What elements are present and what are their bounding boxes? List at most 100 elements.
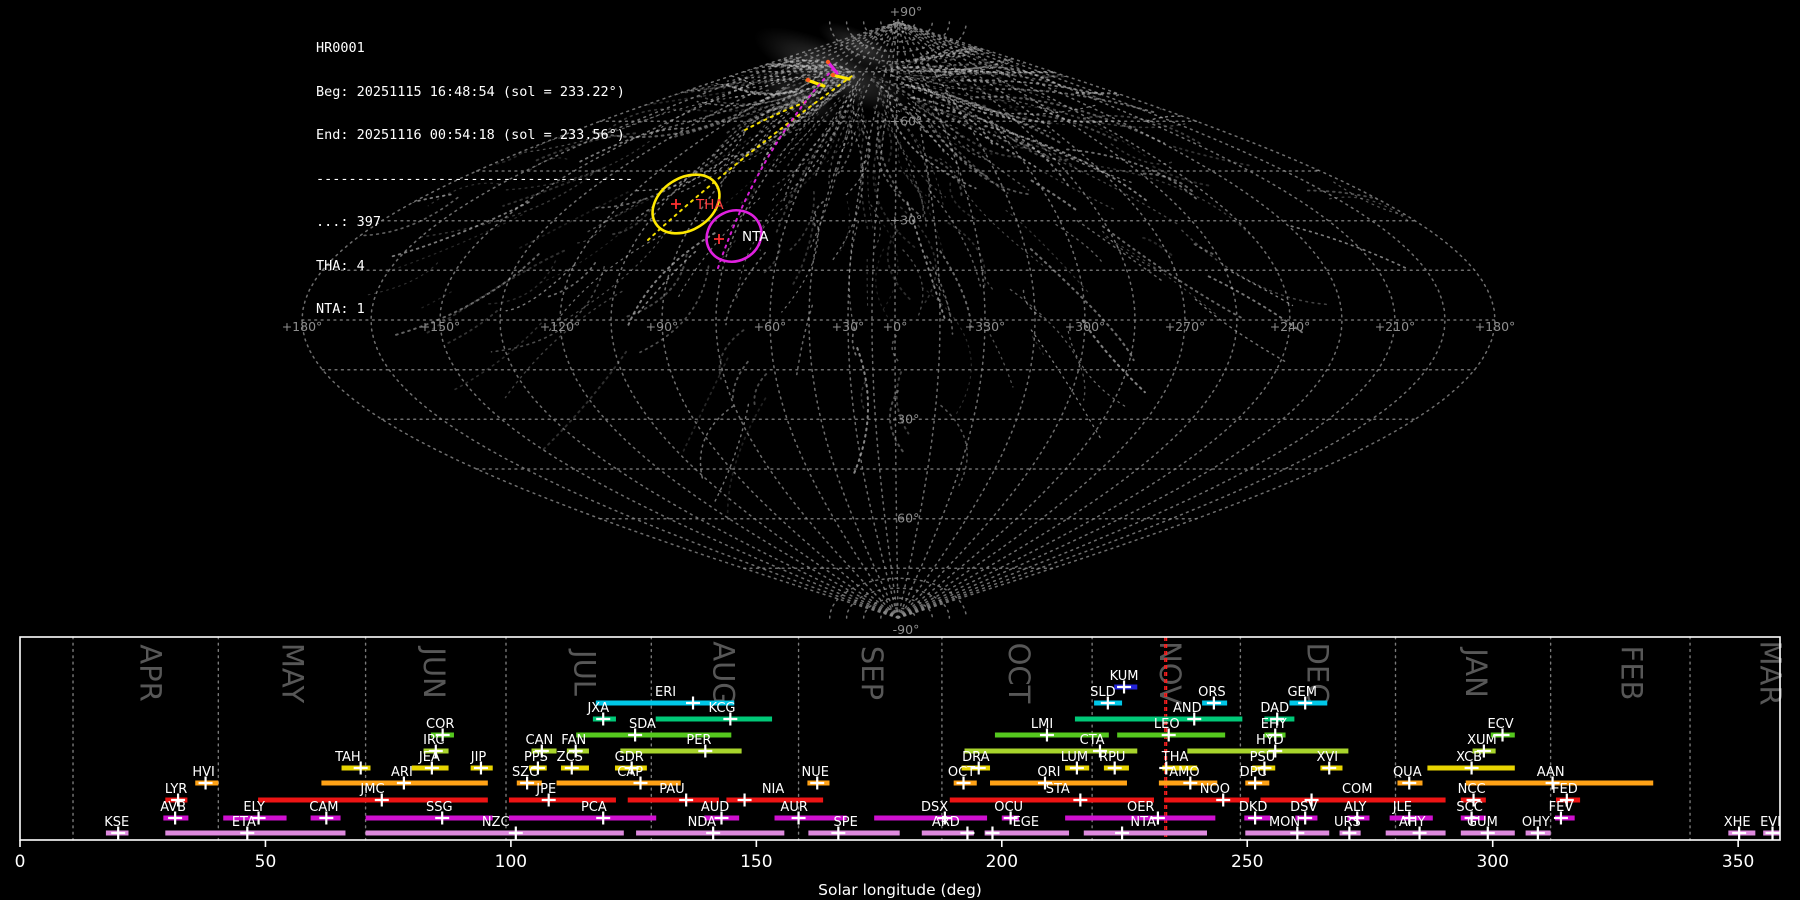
shower-code-JXA: JXA [586, 701, 609, 716]
shower-code-DAD: DAD [1260, 701, 1289, 716]
shower-code-CAM: CAM [309, 800, 338, 815]
shower-code-LUM: LUM [1061, 750, 1088, 765]
shower-code-SDA: SDA [629, 717, 656, 732]
shower-row-violet: KSE ETA NZC NDA SPE ARD EGE NTA MON URS AHY GUM OHY X… [104, 815, 1781, 840]
shower-code-JIP: JIP [470, 750, 487, 765]
shower-bar-MON [1245, 830, 1330, 836]
shower-code-AVB: AVB [160, 800, 186, 815]
shower-code-XHE: XHE [1724, 815, 1751, 830]
shower-code-DRA: DRA [962, 750, 990, 765]
shower-code-NTA: NTA [1130, 815, 1156, 830]
grid-label: -60° [893, 511, 920, 526]
shower-code-AUD: AUD [701, 800, 729, 815]
x-tick-label: 0 [15, 852, 26, 872]
shower-label-THA: THA [695, 197, 724, 213]
shower-code-LMI: LMI [1031, 717, 1053, 732]
x-tick-label: 250 [1231, 852, 1263, 872]
peak-cross-ERI [686, 696, 701, 710]
observation-header: HR0001 Beg: 20251115 16:48:54 (sol = 233… [316, 12, 633, 346]
separator-line: --------------------------------------- [316, 170, 633, 187]
shower-code-KUM: KUM [1110, 669, 1139, 684]
shower-code-PSU: PSU [1250, 750, 1276, 765]
shower-bar-PCA [508, 815, 657, 821]
month-label-JAN: JAN [1459, 646, 1493, 698]
peak-cross-NTA [1115, 826, 1130, 840]
shower-code-SPE: SPE [834, 815, 858, 830]
month-label-FEB: FEB [1614, 646, 1648, 701]
shower-code-NIA: NIA [762, 782, 785, 797]
activity-chart: APR MAY JUN JUL AUG SEP OCT NOV DEC JAN FEB MARKUME… [15, 636, 1788, 899]
grid-label: +60° [890, 113, 923, 128]
shower-row-magenta: AVB ELY CAM SSG PCA AUD AUR DSX OCU OER DKD DSV ALY J… [160, 800, 1575, 825]
peak-cross-NZC [508, 826, 523, 840]
shower-code-AND: AND [1173, 701, 1202, 716]
grid-label: +30° [890, 213, 923, 228]
shower-code-EHY: EHY [1261, 717, 1287, 732]
trail-tip [805, 77, 811, 83]
shower-code-PER: PER [686, 733, 711, 748]
radiant-marker-THA [671, 199, 681, 209]
shower-code-XVI: XVI [1316, 750, 1338, 765]
month-label-SEP: SEP [855, 646, 889, 700]
trail-tip [825, 59, 831, 65]
shower-code-JMC: JMC [359, 782, 384, 797]
shower-code-ZCS: ZCS [557, 750, 583, 765]
shower-code-URS: URS [1334, 815, 1361, 830]
shower-bar-KCG [655, 716, 773, 722]
grid-label: +90° [890, 4, 923, 19]
shower-code-ORI: ORI [1037, 765, 1060, 780]
shower-code-SSG: SSG [426, 800, 453, 815]
month-label-OCT: OCT [1002, 643, 1036, 704]
peak-cross-STA [1073, 793, 1088, 807]
shower-code-FAN: FAN [561, 733, 586, 748]
month-label-AUG: AUG [707, 641, 741, 705]
nta-count: NTA: 1 [316, 301, 365, 317]
x-tick-label: 50 [255, 852, 277, 872]
shower-code-NCC: NCC [1458, 782, 1486, 797]
grid-label: +60° [754, 319, 787, 334]
grid-label: +30° [832, 319, 865, 334]
shower-code-THA: THA [1161, 750, 1189, 765]
shower-code-OCU: OCU [994, 800, 1023, 815]
shower-code-STA: STA [1046, 782, 1070, 797]
x-tick-label: 350 [1722, 852, 1754, 872]
tha-count: THA: 4 [316, 257, 365, 274]
station-id: HR0001 [316, 40, 365, 56]
shower-code-ARI: ARI [391, 765, 413, 780]
shower-code-LYR: LYR [165, 782, 188, 797]
shower-code-HVI: HVI [192, 765, 215, 780]
shower-code-NOO: NOO [1200, 782, 1230, 797]
shower-code-PPS: PPS [524, 750, 548, 765]
month-label-JUN: JUN [417, 645, 451, 698]
shower-bar-SPE [808, 830, 900, 836]
shower-code-KCG: KCG [709, 701, 736, 716]
shower-code-ARD: ARD [932, 815, 960, 830]
x-tick-label: 100 [495, 852, 527, 872]
shower-code-DKD: DKD [1239, 800, 1268, 815]
shower-bar-NTA [1083, 830, 1207, 836]
shower-label-NTA: NTA [742, 229, 769, 245]
peak-cross-ARD [960, 826, 975, 840]
shower-code-JEA: JEA [418, 750, 440, 765]
shower-code-OHY: OHY [1522, 815, 1550, 830]
radiant-plot-canvas: +90°-90°+60°+30°-30°-60°+180° +150° +120° +… [15, 4, 1788, 899]
shower-code-OER: OER [1127, 800, 1154, 815]
shower-code-ELY: ELY [243, 800, 265, 815]
trail-tip [830, 72, 836, 78]
shower-code-DSV: DSV [1290, 800, 1317, 815]
shower-code-IRC: IRC [423, 733, 444, 748]
x-tick-label: 150 [740, 852, 772, 872]
shower-bar-ETA [165, 830, 346, 836]
shower-code-NZC: NZC [482, 815, 510, 830]
shower-code-JPE: JPE [535, 782, 556, 797]
x-axis-label: Solar longitude (deg) [818, 881, 982, 899]
shower-code-ECV: ECV [1487, 717, 1513, 732]
shower-code-RPU: RPU [1099, 750, 1125, 765]
end-time-line: End: 20251116 00:54:18 (sol = 233.56°) [316, 127, 625, 143]
shower-code-CAP: CAP [617, 765, 643, 780]
grid-label: +300° [1065, 319, 1106, 334]
shower-code-OCT: OCT [948, 765, 975, 780]
shower-code-AHY: AHY [1399, 815, 1426, 830]
shower-code-CTA: CTA [1080, 733, 1105, 748]
month-label-JUL: JUL [568, 648, 602, 696]
